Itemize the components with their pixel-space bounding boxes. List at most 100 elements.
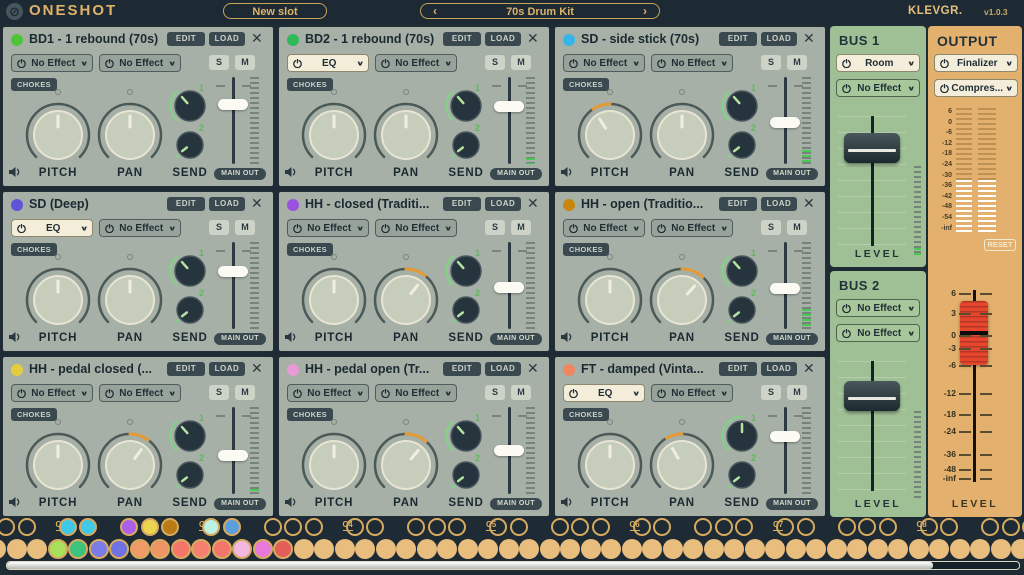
- main-out-slider-handle[interactable]: [218, 99, 248, 110]
- key-A#2[interactable]: [161, 518, 179, 536]
- solo-button[interactable]: S: [485, 55, 505, 70]
- solo-button[interactable]: S: [761, 385, 781, 400]
- edit-button[interactable]: EDIT: [443, 362, 481, 376]
- load-button[interactable]: LOAD: [485, 197, 521, 211]
- power-icon[interactable]: [17, 389, 26, 398]
- pan-knob[interactable]: [642, 425, 722, 505]
- key-A2[interactable]: [150, 539, 170, 559]
- key-C#3[interactable]: [202, 518, 220, 536]
- close-icon[interactable]: ✕: [527, 30, 539, 47]
- bus1-fader-handle[interactable]: [844, 133, 900, 163]
- key-A5[interactable]: [581, 539, 601, 559]
- power-icon[interactable]: [293, 224, 302, 233]
- load-button[interactable]: LOAD: [485, 32, 521, 46]
- power-icon[interactable]: [842, 304, 851, 313]
- key-D8[interactable]: [929, 539, 949, 559]
- key-B5[interactable]: [601, 539, 621, 559]
- power-icon[interactable]: [842, 84, 851, 93]
- pitch-knob[interactable]: [570, 95, 650, 175]
- key-C4[interactable]: [335, 539, 355, 559]
- speaker-icon[interactable]: [561, 166, 575, 178]
- chokes-button[interactable]: CHOKES: [563, 243, 609, 256]
- pitch-knob[interactable]: [18, 425, 98, 505]
- solo-button[interactable]: S: [209, 220, 229, 235]
- solo-button[interactable]: S: [485, 385, 505, 400]
- key-A3[interactable]: [294, 539, 314, 559]
- key-C7[interactable]: [765, 539, 785, 559]
- key-G6[interactable]: [704, 539, 724, 559]
- key-A#7[interactable]: [879, 518, 897, 536]
- key-F#2[interactable]: [120, 518, 138, 536]
- key-F#7[interactable]: [838, 518, 856, 536]
- output-effect-2-dropdown[interactable]: Compres... ∨: [934, 79, 1018, 97]
- speaker-icon[interactable]: [9, 331, 23, 343]
- key-D#5[interactable]: [510, 518, 528, 536]
- effect-slot-2-dropdown[interactable]: No Effect ∨: [375, 384, 457, 402]
- chokes-button[interactable]: CHOKES: [287, 243, 333, 256]
- load-button[interactable]: LOAD: [761, 32, 797, 46]
- key-G8[interactable]: [991, 539, 1011, 559]
- send1-knob[interactable]: [720, 249, 764, 293]
- key-G3[interactable]: [273, 539, 293, 559]
- mute-button[interactable]: M: [511, 385, 531, 400]
- effect-slot-2-dropdown[interactable]: No Effect ∨: [375, 54, 457, 72]
- keyboard-scrollbar[interactable]: [6, 561, 1020, 570]
- effect-slot-2-dropdown[interactable]: No Effect ∨: [651, 54, 733, 72]
- main-out-slider-handle[interactable]: [494, 282, 524, 293]
- effect-slot-1-dropdown[interactable]: EQ ∨: [11, 219, 93, 237]
- key-F3[interactable]: [253, 539, 273, 559]
- power-icon[interactable]: [569, 224, 578, 233]
- speaker-icon[interactable]: [9, 496, 23, 508]
- speaker-icon[interactable]: [9, 166, 23, 178]
- key-C#4[interactable]: [346, 518, 364, 536]
- effect-slot-2-dropdown[interactable]: No Effect ∨: [651, 384, 733, 402]
- key-G#2[interactable]: [141, 518, 159, 536]
- key-A8[interactable]: [1011, 539, 1024, 559]
- reset-button[interactable]: RESET: [984, 239, 1016, 251]
- key-E7[interactable]: [806, 539, 826, 559]
- mute-button[interactable]: M: [511, 220, 531, 235]
- chokes-button[interactable]: CHOKES: [563, 78, 609, 91]
- speaker-icon[interactable]: [561, 331, 575, 343]
- key-C#8[interactable]: [920, 518, 938, 536]
- effect-slot-1-dropdown[interactable]: No Effect ∨: [563, 219, 645, 237]
- main-out-slider-handle[interactable]: [494, 101, 524, 112]
- chokes-button[interactable]: CHOKES: [563, 408, 609, 421]
- bus2-effect-1-dropdown[interactable]: No Effect ∨: [836, 299, 920, 317]
- speaker-icon[interactable]: [285, 496, 299, 508]
- pitch-knob[interactable]: [18, 260, 98, 340]
- close-icon[interactable]: ✕: [803, 360, 815, 377]
- effect-slot-1-dropdown[interactable]: No Effect ∨: [11, 384, 93, 402]
- key-F#4[interactable]: [407, 518, 425, 536]
- power-icon[interactable]: [293, 389, 302, 398]
- pan-knob[interactable]: [366, 425, 446, 505]
- key-F2[interactable]: [109, 539, 129, 559]
- bus1-effect-2-dropdown[interactable]: No Effect ∨: [836, 79, 920, 97]
- key-D#4[interactable]: [366, 518, 384, 536]
- mute-button[interactable]: M: [235, 220, 255, 235]
- send1-knob[interactable]: [168, 249, 212, 293]
- main-out-slider-handle[interactable]: [770, 117, 800, 128]
- close-icon[interactable]: ✕: [803, 30, 815, 47]
- key-D3[interactable]: [212, 539, 232, 559]
- power-icon[interactable]: [17, 224, 26, 233]
- load-button[interactable]: LOAD: [485, 362, 521, 376]
- pitch-knob[interactable]: [570, 260, 650, 340]
- key-C3[interactable]: [191, 539, 211, 559]
- power-icon[interactable]: [381, 224, 390, 233]
- preset-selector[interactable]: ‹ 70s Drum Kit ›: [420, 3, 660, 19]
- key-D#2[interactable]: [79, 518, 97, 536]
- key-E3[interactable]: [232, 539, 252, 559]
- chokes-button[interactable]: CHOKES: [11, 78, 57, 91]
- power-icon[interactable]: [657, 389, 666, 398]
- effect-slot-2-dropdown[interactable]: No Effect ∨: [375, 219, 457, 237]
- key-C2[interactable]: [48, 539, 68, 559]
- key-G#6[interactable]: [715, 518, 733, 536]
- key-C8[interactable]: [909, 539, 929, 559]
- key-A7[interactable]: [868, 539, 888, 559]
- main-out-slider-handle[interactable]: [218, 450, 248, 461]
- pan-knob[interactable]: [90, 95, 170, 175]
- power-icon[interactable]: [293, 59, 302, 68]
- power-icon[interactable]: [381, 389, 390, 398]
- effect-slot-1-dropdown[interactable]: EQ ∨: [563, 384, 645, 402]
